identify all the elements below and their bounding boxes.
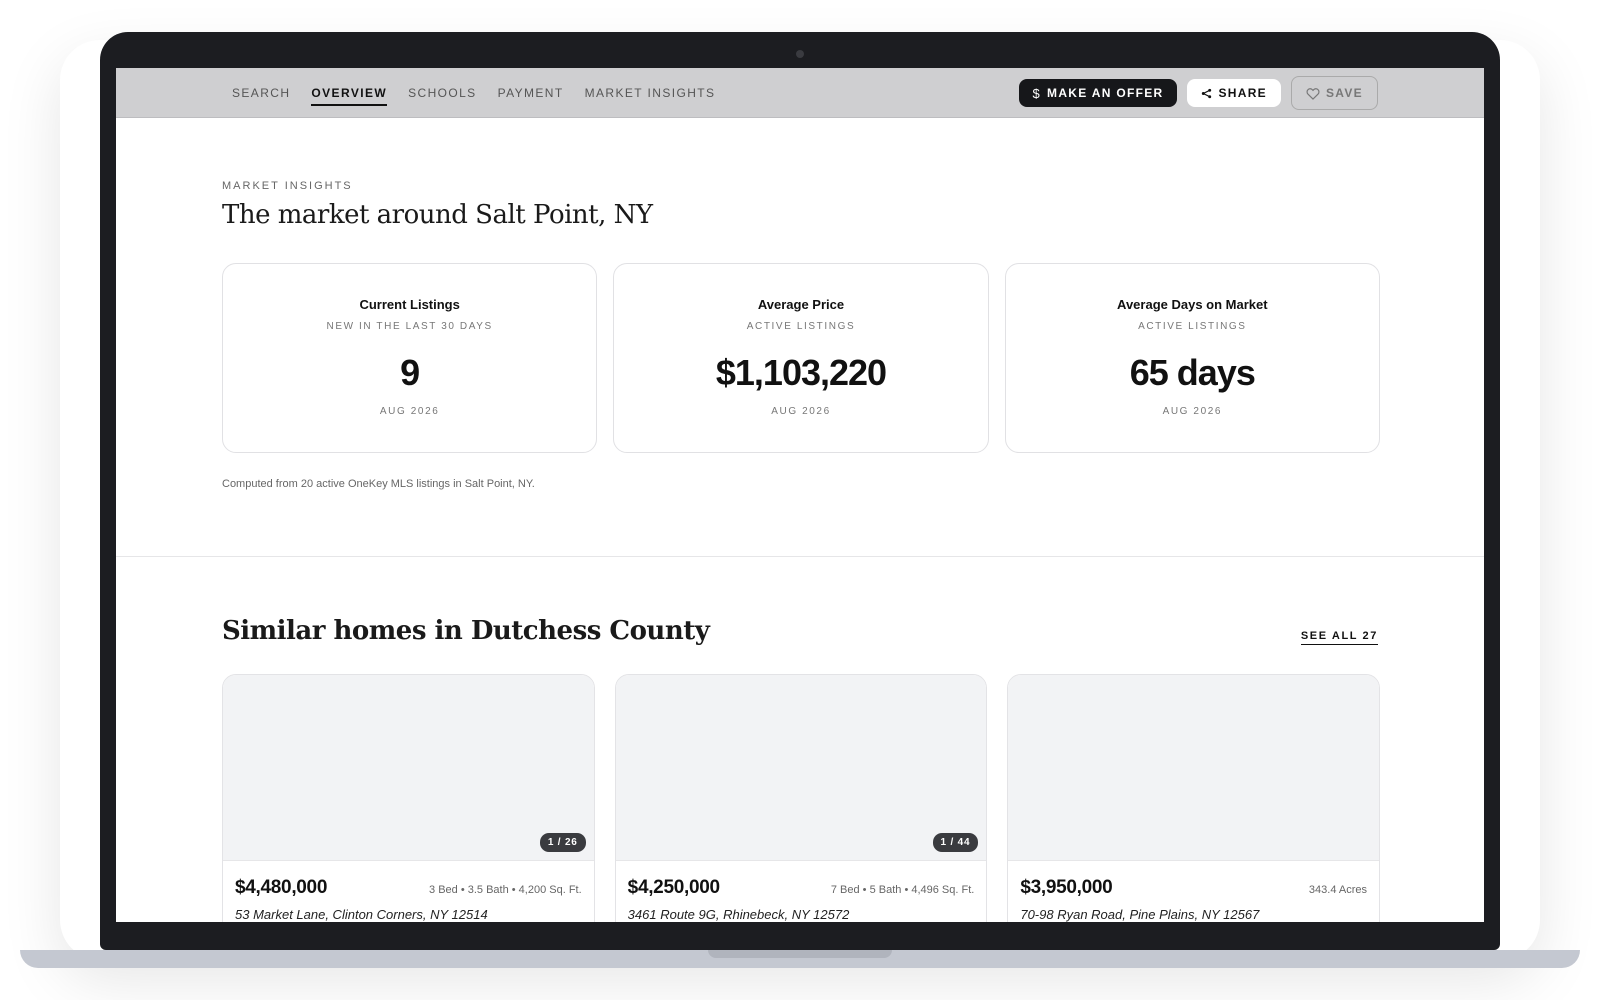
nav-link-search[interactable]: SEARCH [232, 80, 290, 106]
top-nav: SEARCH OVERVIEW SCHOOLS PAYMENT MARKET I… [116, 68, 1484, 118]
save-label: SAVE [1326, 86, 1363, 100]
stat-sublabel: NEW IN THE LAST 30 DAYS [326, 321, 493, 332]
similar-home-cards: 1 / 26 $4,480,000 3 Bed • 3.5 Bath • 4,2… [222, 674, 1381, 922]
nav-link-schools[interactable]: SCHOOLS [408, 80, 476, 106]
home-photo[interactable] [1008, 675, 1380, 861]
save-button[interactable]: SAVE [1291, 76, 1378, 110]
make-offer-button[interactable]: $ MAKE AN OFFER [1018, 79, 1178, 107]
share-button[interactable]: SHARE [1187, 79, 1281, 107]
stat-value: 9 [400, 352, 420, 393]
section-divider [116, 556, 1484, 557]
photo-count-badge: 1 / 26 [539, 833, 586, 852]
home-info: $4,250,000 7 Bed • 5 Bath • 4,496 Sq. Ft… [616, 861, 987, 922]
stat-value: $1,103,220 [715, 352, 887, 393]
home-photo[interactable]: 1 / 44 [615, 675, 987, 861]
stat-card-average-days: Average Days on Market ACTIVE LISTINGS 6… [1004, 263, 1380, 453]
stat-sublabel: ACTIVE LISTINGS [746, 321, 856, 332]
home-price-row: $4,480,000 3 Bed • 3.5 Bath • 4,200 Sq. … [235, 877, 582, 899]
home-photo[interactable]: 1 / 26 [223, 675, 594, 861]
home-info: $4,480,000 3 Bed • 3.5 Bath • 4,200 Sq. … [223, 861, 594, 922]
see-all-link[interactable]: SEE ALL 27 [1300, 630, 1378, 645]
stat-label: Average Days on Market [1117, 297, 1268, 312]
home-address: 70-98 Ryan Road, Pine Plains, NY 12567 [1020, 907, 1260, 922]
home-card[interactable]: $3,950,000 343.4 Acres 70-98 Ryan Road, … [1007, 674, 1381, 922]
camera-dot [796, 50, 804, 58]
nav-link-overview[interactable]: OVERVIEW [311, 80, 388, 106]
home-address: 3461 Route 9G, Rhinebeck, NY 12572 [627, 907, 850, 922]
photo-count-badge: 1 / 44 [932, 833, 979, 852]
home-card[interactable]: 1 / 44 $4,250,000 7 Bed • 5 Bath • 4,496… [614, 674, 988, 922]
stat-value: 65 days [1129, 352, 1256, 393]
home-price-row: $3,950,000 343.4 Acres [1020, 877, 1367, 899]
similar-homes-title: Similar homes in Dutchess County [222, 616, 710, 646]
home-address: 53 Market Lane, Clinton Corners, NY 1251… [235, 907, 488, 922]
stat-card-current-listings: Current Listings NEW IN THE LAST 30 DAYS… [222, 263, 598, 453]
home-info: $3,950,000 343.4 Acres 70-98 Ryan Road, … [1008, 861, 1379, 922]
home-price-row: $4,250,000 7 Bed • 5 Bath • 4,496 Sq. Ft… [628, 877, 975, 899]
stat-sublabel: ACTIVE LISTINGS [1138, 321, 1247, 332]
share-label: SHARE [1218, 86, 1267, 100]
home-price: $4,480,000 [235, 877, 328, 898]
stat-label: Average Price [757, 297, 845, 312]
stat-date: AUG 2026 [379, 406, 440, 417]
share-icon [1202, 88, 1212, 98]
browser-screen: SEARCH OVERVIEW SCHOOLS PAYMENT MARKET I… [116, 68, 1484, 922]
nav-link-payment[interactable]: PAYMENT [498, 80, 564, 106]
heart-icon [1306, 87, 1320, 100]
home-card[interactable]: 1 / 26 $4,480,000 3 Bed • 3.5 Bath • 4,2… [222, 674, 595, 922]
dollar-icon: $ [1032, 85, 1042, 101]
stat-date: AUG 2026 [1162, 406, 1223, 417]
home-meta: 7 Bed • 5 Bath • 4,496 Sq. Ft. [830, 884, 975, 896]
nav-actions: $ MAKE AN OFFER SHARE SAVE [1018, 68, 1378, 118]
home-meta: 343.4 Acres [1308, 884, 1368, 896]
home-price: $3,950,000 [1020, 877, 1113, 898]
stat-label: Current Listings [359, 297, 460, 312]
home-meta: 3 Bed • 3.5 Bath • 4,200 Sq. Ft. [429, 884, 582, 896]
market-stat-cards: Current Listings NEW IN THE LAST 30 DAYS… [222, 263, 1380, 453]
nav-links: SEARCH OVERVIEW SCHOOLS PAYMENT MARKET I… [232, 68, 715, 118]
nav-link-market-insights[interactable]: MARKET INSIGHTS [585, 80, 716, 106]
market-title: The market around Salt Point, NY [222, 200, 653, 230]
market-eyebrow: MARKET INSIGHTS [222, 180, 353, 192]
stat-card-average-price: Average Price ACTIVE LISTINGS $1,103,220… [613, 263, 989, 453]
market-footnote: Computed from 20 active OneKey MLS listi… [222, 478, 535, 490]
laptop-base-notch [708, 950, 892, 958]
stat-date: AUG 2026 [771, 406, 831, 417]
make-offer-label: MAKE AN OFFER [1047, 86, 1164, 100]
home-price: $4,250,000 [627, 877, 720, 898]
